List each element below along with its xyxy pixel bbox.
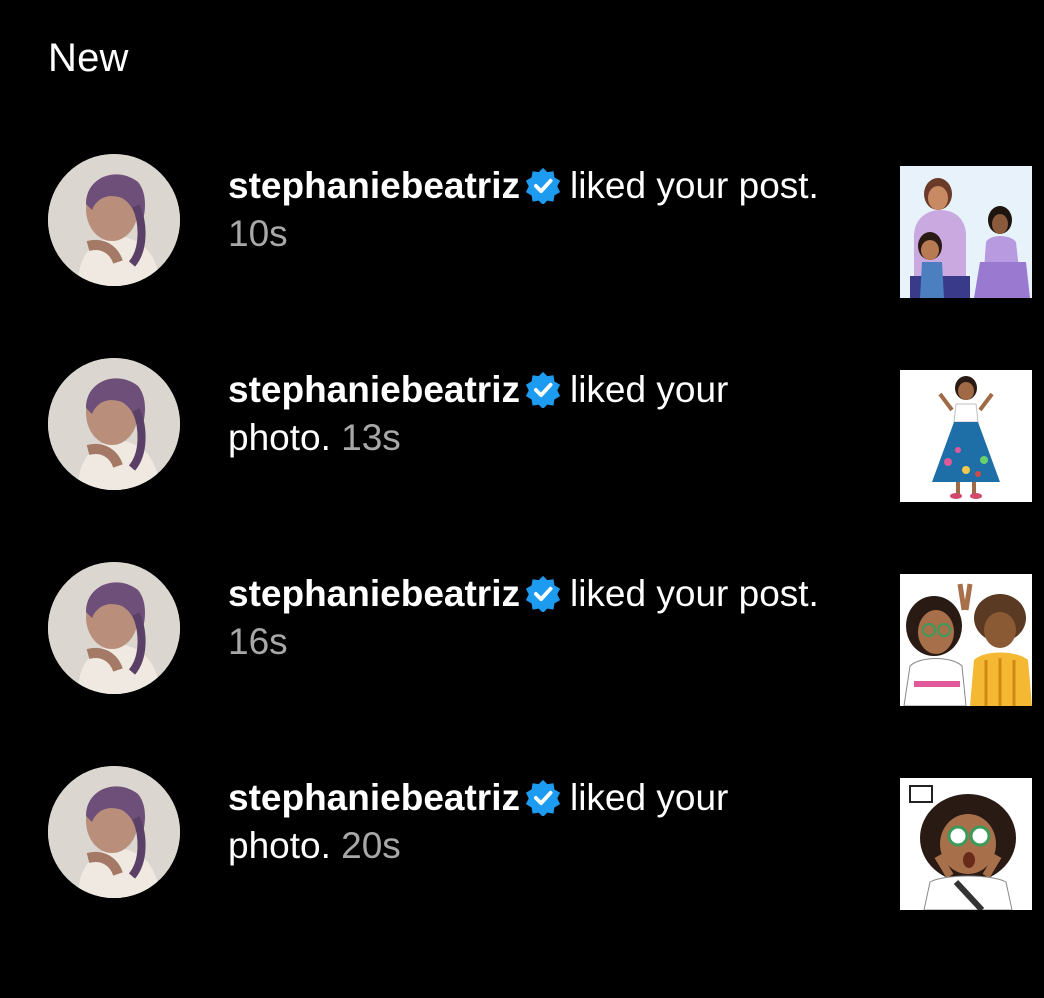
verified-badge-icon bbox=[525, 575, 561, 612]
two-characters-illustration-icon bbox=[900, 574, 1032, 706]
username[interactable]: stephaniebeatriz bbox=[228, 369, 520, 410]
post-thumbnail[interactable] bbox=[900, 778, 1032, 910]
action-text: liked your bbox=[569, 777, 729, 818]
avatar[interactable] bbox=[48, 358, 180, 490]
dress-character-illustration-icon bbox=[900, 370, 1032, 502]
verified-badge-icon bbox=[525, 779, 561, 816]
notification-item[interactable]: stephaniebeatriz liked your post. 10s bbox=[0, 154, 1044, 298]
verified-badge-icon bbox=[525, 371, 561, 408]
action-text-continued: photo. bbox=[228, 417, 331, 458]
action-text: liked your post. bbox=[569, 573, 819, 614]
username[interactable]: stephaniebeatriz bbox=[228, 165, 520, 206]
action-text-continued: photo. bbox=[228, 825, 331, 866]
notification-text: stephaniebeatriz liked your photo. 20s bbox=[228, 774, 868, 870]
surprised-character-illustration-icon bbox=[900, 778, 1032, 910]
notification-text: stephaniebeatriz liked your post. 10s bbox=[228, 162, 868, 258]
notification-item[interactable]: stephaniebeatriz liked your photo. 20s bbox=[0, 766, 1044, 910]
post-thumbnail[interactable] bbox=[900, 370, 1032, 502]
post-thumbnail[interactable] bbox=[900, 574, 1032, 706]
post-thumbnail[interactable] bbox=[900, 166, 1032, 298]
username[interactable]: stephaniebeatriz bbox=[228, 777, 520, 818]
section-title: New bbox=[48, 36, 129, 80]
avatar[interactable] bbox=[48, 562, 180, 694]
family-illustration-icon bbox=[900, 166, 1032, 298]
timestamp: 10s bbox=[228, 213, 288, 254]
timestamp: 13s bbox=[341, 417, 401, 458]
action-text: liked your bbox=[569, 369, 729, 410]
timestamp: 20s bbox=[341, 825, 401, 866]
notification-text: stephaniebeatriz liked your photo. 13s bbox=[228, 366, 868, 462]
notification-item[interactable]: stephaniebeatriz liked your photo. 13s bbox=[0, 358, 1044, 502]
avatar[interactable] bbox=[48, 154, 180, 286]
action-text: liked your post. bbox=[569, 165, 819, 206]
username[interactable]: stephaniebeatriz bbox=[228, 573, 520, 614]
notification-text: stephaniebeatriz liked your post. 16s bbox=[228, 570, 868, 666]
verified-badge-icon bbox=[525, 167, 561, 204]
notification-item[interactable]: stephaniebeatriz liked your post. 16s bbox=[0, 562, 1044, 706]
timestamp: 16s bbox=[228, 621, 288, 662]
avatar[interactable] bbox=[48, 766, 180, 898]
